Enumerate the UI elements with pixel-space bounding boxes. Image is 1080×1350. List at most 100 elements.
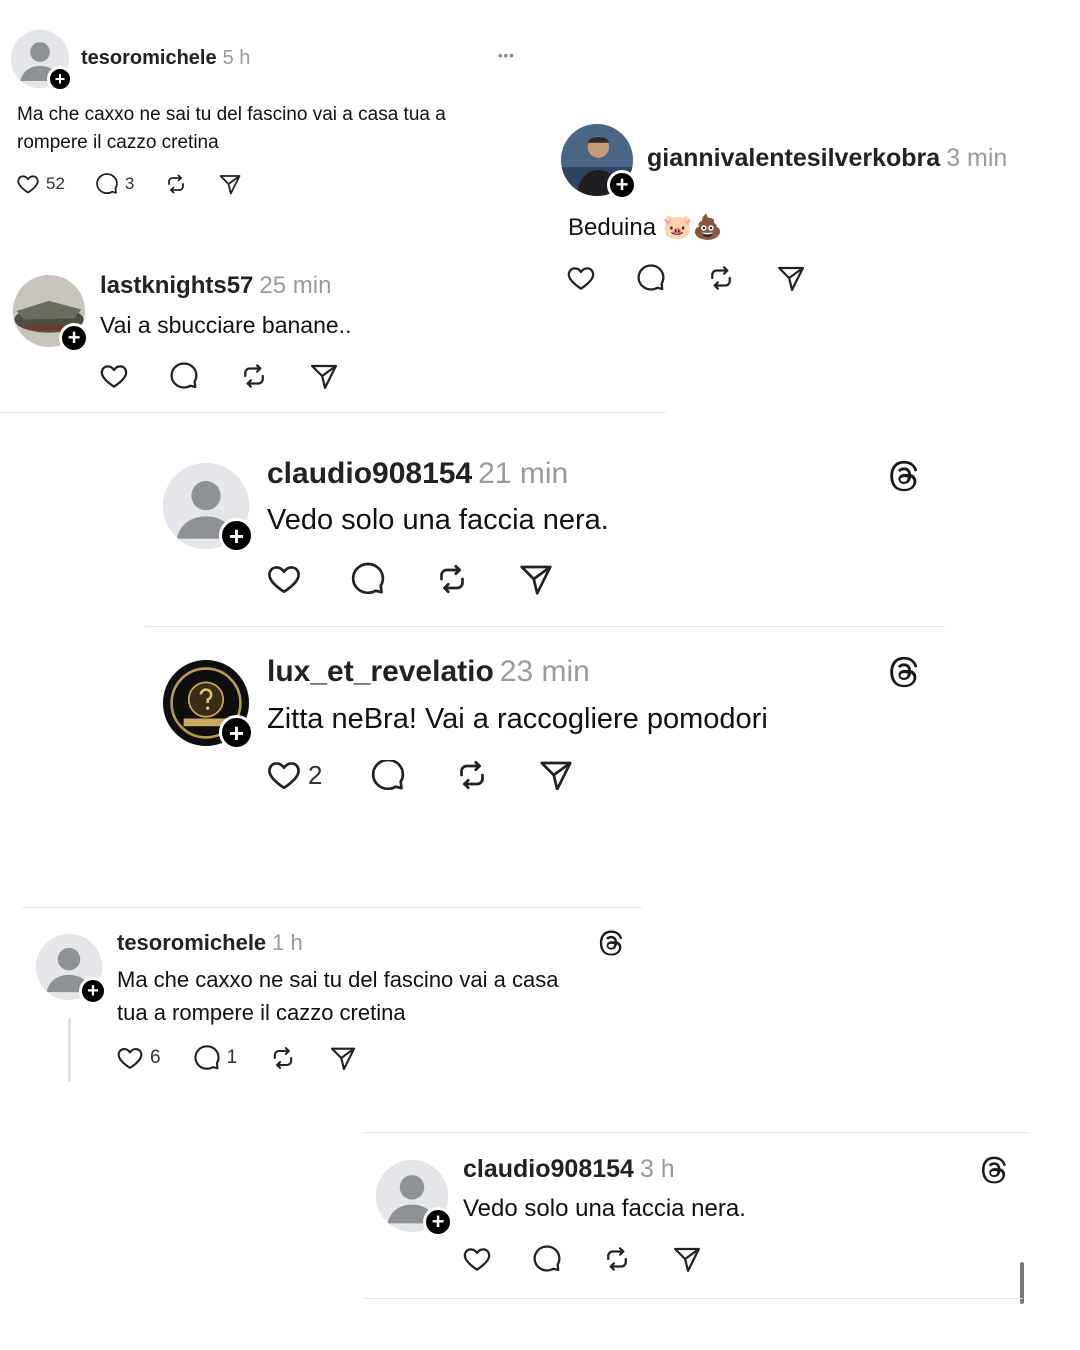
username[interactable]: tesoromichele 5 h — [81, 47, 250, 70]
comment-button[interactable] — [370, 760, 406, 790]
repost-icon — [434, 561, 470, 597]
add-follow-icon[interactable]: + — [219, 715, 254, 750]
username[interactable]: lastknights57 25 min — [100, 272, 331, 300]
repost-icon — [454, 760, 490, 790]
username[interactable]: lux_et_revelatio 23 min — [267, 655, 590, 689]
avatar[interactable]: + — [561, 124, 637, 200]
username[interactable]: tesoromichele 1 h — [117, 930, 303, 956]
repost-button[interactable] — [239, 361, 269, 391]
heart-icon — [266, 561, 302, 597]
like-button[interactable] — [462, 1244, 492, 1274]
repost-button[interactable] — [164, 172, 188, 196]
repost-icon — [706, 263, 736, 293]
heart-icon — [462, 1244, 492, 1274]
avatar[interactable]: + — [13, 275, 89, 353]
comment-icon — [350, 561, 386, 597]
post-text: Vai a sbucciare banane.. — [100, 312, 352, 338]
share-icon — [672, 1244, 702, 1274]
repost-button[interactable] — [602, 1244, 632, 1274]
add-follow-icon[interactable]: + — [219, 518, 254, 553]
heart-icon — [99, 361, 129, 391]
add-follow-icon[interactable]: + — [423, 1207, 453, 1237]
heart-icon — [566, 263, 596, 293]
repost-button[interactable] — [434, 561, 470, 597]
share-button[interactable] — [309, 361, 339, 391]
more-options-icon[interactable]: ••• — [498, 48, 515, 63]
like-button[interactable]: 2 — [266, 760, 322, 790]
like-button[interactable]: 52 — [16, 172, 65, 196]
comment-button[interactable] — [532, 1244, 562, 1274]
comment-button[interactable]: 3 — [95, 172, 134, 196]
share-button[interactable] — [776, 263, 806, 293]
comment-count: 1 — [226, 1047, 238, 1068]
timestamp: 21 min — [478, 457, 569, 490]
share-button[interactable] — [672, 1244, 702, 1274]
share-icon — [218, 172, 242, 196]
divider — [0, 412, 666, 413]
share-button[interactable] — [538, 760, 574, 790]
share-icon — [518, 561, 554, 597]
like-count: 52 — [46, 174, 65, 193]
post-text: Ma che caxxo ne sai tu del fascino vai a… — [117, 967, 559, 992]
repost-button[interactable] — [706, 263, 736, 293]
post-text: Beduina 🐷💩 — [568, 214, 723, 241]
add-follow-icon[interactable]: + — [79, 977, 107, 1005]
threads-logo-icon[interactable] — [980, 1155, 1010, 1185]
timestamp: 5 h — [222, 47, 251, 69]
comment-button[interactable]: 1 — [193, 1044, 238, 1072]
repost-icon — [269, 1044, 297, 1072]
comment-icon — [169, 361, 199, 391]
comment-icon — [370, 760, 406, 790]
threads-logo-icon[interactable] — [888, 459, 922, 493]
like-button[interactable]: 6 — [116, 1044, 161, 1072]
like-button[interactable] — [266, 561, 302, 597]
add-follow-icon[interactable]: + — [59, 323, 89, 353]
divider — [363, 1132, 1030, 1133]
timestamp: 3 min — [946, 144, 1008, 172]
share-button[interactable] — [518, 561, 554, 597]
heart-icon — [116, 1044, 144, 1072]
repost-button[interactable] — [454, 760, 490, 790]
avatar[interactable]: + — [36, 934, 107, 1005]
avatar[interactable]: + — [376, 1160, 453, 1237]
threads-logo-icon[interactable] — [888, 655, 922, 689]
avatar[interactable]: + — [11, 30, 73, 92]
comment-icon — [193, 1044, 221, 1072]
repost-icon — [602, 1244, 632, 1274]
share-button[interactable] — [329, 1044, 357, 1072]
comment-button[interactable] — [636, 263, 666, 293]
post-text: Vedo solo una faccia nera. — [463, 1195, 746, 1222]
threads-logo-icon[interactable] — [598, 929, 626, 957]
share-icon — [309, 361, 339, 391]
comment-button[interactable] — [350, 561, 386, 597]
avatar[interactable]: + — [163, 660, 254, 750]
username[interactable]: claudio908154 21 min — [267, 457, 568, 491]
repost-icon — [164, 172, 188, 196]
username[interactable]: giannivalentesilverkobra 3 min — [647, 144, 1007, 173]
avatar[interactable]: + — [163, 463, 254, 553]
share-icon — [776, 263, 806, 293]
thread-line — [68, 1018, 71, 1082]
divider — [145, 626, 945, 627]
post-text: rompere il cazzo cretina — [17, 132, 219, 153]
divider — [363, 1298, 1023, 1299]
repost-button[interactable] — [269, 1044, 297, 1072]
heart-icon — [266, 760, 302, 790]
like-count: 6 — [150, 1047, 161, 1068]
username[interactable]: claudio908154 3 h — [463, 1155, 675, 1184]
share-icon — [538, 760, 574, 790]
post-text: Vedo solo una faccia nera. — [267, 504, 609, 536]
comment-count: 3 — [124, 174, 135, 193]
post-text: tua a rompere il cazzo cretina — [117, 1000, 406, 1025]
add-follow-icon[interactable]: + — [607, 170, 637, 200]
divider — [22, 907, 642, 908]
comment-button[interactable] — [169, 361, 199, 391]
add-follow-icon[interactable]: + — [47, 66, 73, 92]
post-text: Ma che caxxo ne sai tu del fascino vai a… — [17, 104, 446, 125]
like-button[interactable] — [99, 361, 129, 391]
like-button[interactable] — [566, 263, 596, 293]
share-button[interactable] — [218, 172, 242, 196]
comment-icon — [636, 263, 666, 293]
timestamp: 25 min — [259, 272, 332, 299]
post-text: Zitta neBra! Vai a raccogliere pomodori — [267, 703, 768, 735]
